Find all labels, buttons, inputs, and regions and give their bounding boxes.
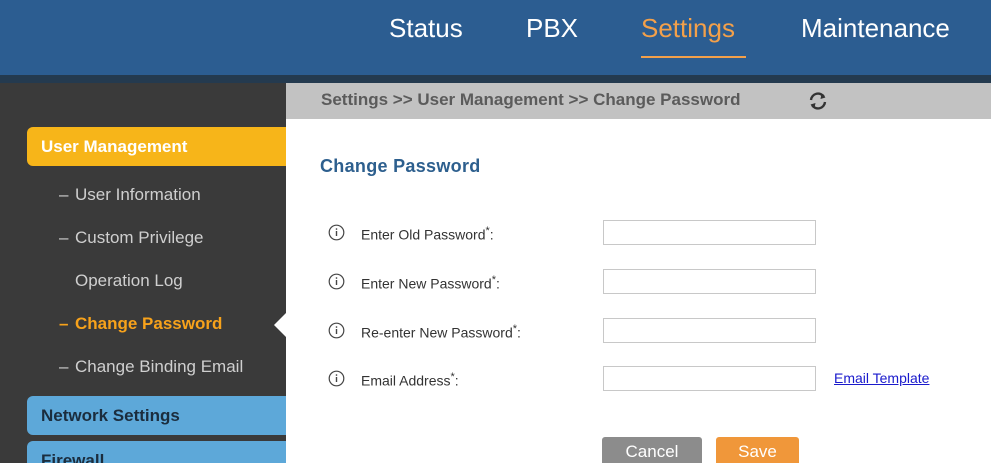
topbar-divider <box>0 75 991 83</box>
active-item-pointer <box>274 313 286 337</box>
reenter-password-input[interactable] <box>603 318 816 343</box>
sidebar-section-label: Firewall <box>41 451 105 463</box>
sidebar-item-change-password[interactable]: – Change Password <box>59 314 222 334</box>
sidebar-section-network-settings[interactable]: Network Settings <box>27 396 286 435</box>
sidebar-item-label: User Information <box>75 185 201 204</box>
field-label: Enter Old Password*: <box>361 225 494 243</box>
sidebar-item-label: Change Password <box>75 314 223 333</box>
email-template-link[interactable]: Email Template <box>834 370 929 386</box>
nav-maintenance[interactable]: Maintenance <box>801 13 950 44</box>
sidebar-item-dash: – <box>59 228 69 247</box>
sidebar-item-user-information[interactable]: – User Information <box>59 185 201 205</box>
old-password-input[interactable] <box>603 220 816 245</box>
field-label: Enter New Password*: <box>361 274 500 292</box>
form-row-new-password: Enter New Password*: <box>328 267 968 297</box>
form-row-old-password: Enter Old Password*: <box>328 218 968 248</box>
info-icon[interactable] <box>328 273 345 290</box>
nav-settings[interactable]: Settings <box>641 13 735 44</box>
breadcrumb: Settings >> User Management >> Change Pa… <box>321 90 741 109</box>
email-address-input[interactable] <box>603 366 816 391</box>
cancel-button[interactable]: Cancel <box>602 437 702 463</box>
field-label: Re-enter New Password*: <box>361 323 521 341</box>
sidebar-item-dash: – <box>59 185 69 204</box>
sidebar-item-label: Custom Privilege <box>75 228 204 247</box>
info-icon[interactable] <box>328 322 345 339</box>
refresh-icon[interactable] <box>806 89 830 113</box>
page-title: Change Password <box>320 156 481 176</box>
sidebar: User Management – User Information – Custo… <box>0 83 286 463</box>
sidebar-item-dash: – <box>59 314 69 333</box>
sidebar-item-label: Operation Log <box>75 271 183 290</box>
top-navigation-bar: Status PBX Settings Maintenance <box>0 0 991 75</box>
info-icon[interactable] <box>328 224 345 241</box>
sidebar-item-label: Change Binding Email <box>75 357 244 376</box>
sidebar-item-dash: – <box>59 357 69 376</box>
active-nav-underline <box>641 56 746 58</box>
sidebar-section-label: User Management <box>41 137 188 156</box>
form-row-email-address: Email Address*: Email Template <box>328 364 968 394</box>
sidebar-item-custom-privilege[interactable]: – Custom Privilege <box>59 228 204 248</box>
nav-pbx[interactable]: PBX <box>526 13 578 44</box>
sidebar-item-operation-log[interactable]: Operation Log <box>59 271 183 291</box>
new-password-input[interactable] <box>603 269 816 294</box>
breadcrumb-bar: Settings >> User Management >> Change Pa… <box>286 83 991 119</box>
save-button[interactable]: Save <box>716 437 799 463</box>
field-label: Email Address*: <box>361 371 459 389</box>
sidebar-section-label: Network Settings <box>41 406 180 425</box>
sidebar-section-firewall[interactable]: Firewall <box>27 441 286 463</box>
info-icon[interactable] <box>328 370 345 387</box>
form-row-reenter-password: Re-enter New Password*: <box>328 316 968 346</box>
nav-status[interactable]: Status <box>389 13 463 44</box>
sidebar-section-user-management[interactable]: User Management <box>27 127 286 166</box>
sidebar-item-change-binding-email[interactable]: – Change Binding Email <box>59 357 243 377</box>
